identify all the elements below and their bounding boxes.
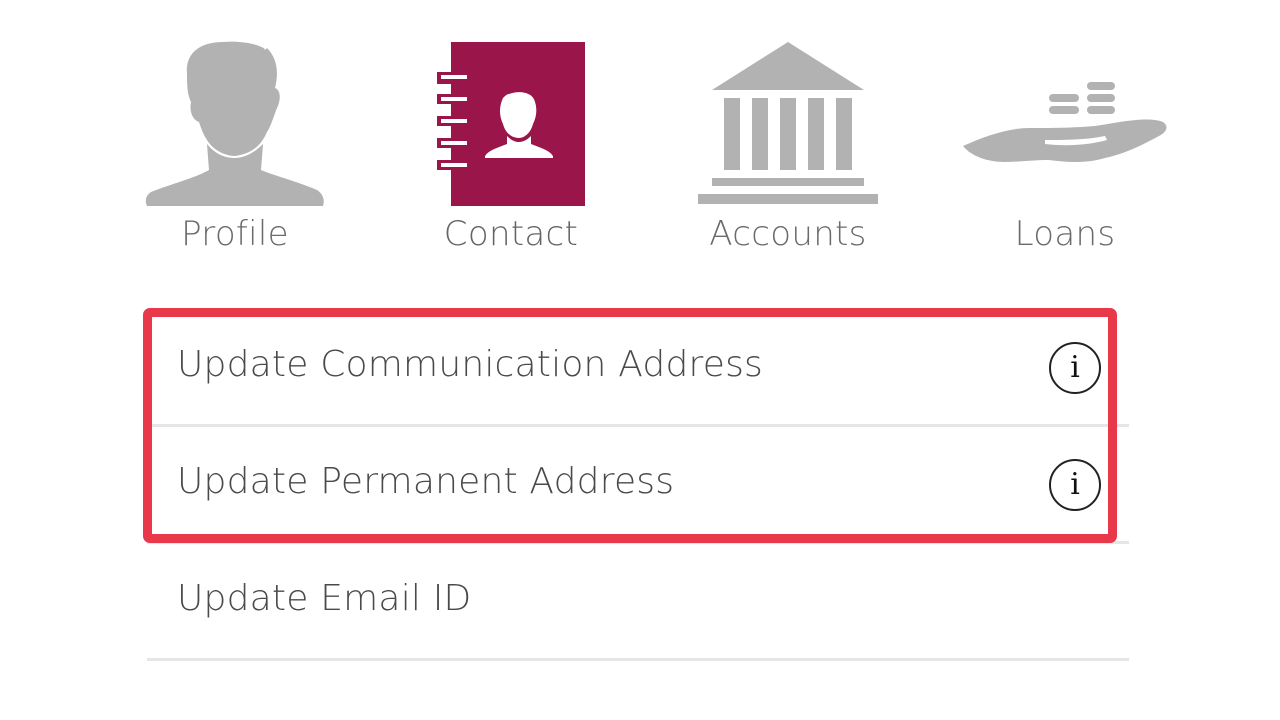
bank-building-icon — [698, 42, 878, 204]
person-silhouette-icon — [145, 41, 324, 206]
option-label: Update Permanent Address — [177, 461, 675, 502]
option-update-email-id[interactable]: Update Email ID — [147, 544, 1129, 661]
tab-loans-label: Loans — [1014, 214, 1116, 254]
tab-profile[interactable]: Profile — [115, 0, 355, 280]
info-icon[interactable]: i — [1049, 342, 1101, 394]
tab-loans[interactable]: Loans — [945, 0, 1185, 280]
contact-options-list: Update Communication Address i Update Pe… — [147, 310, 1129, 661]
option-label: Update Communication Address — [177, 344, 763, 385]
tab-accounts[interactable]: Accounts — [668, 0, 908, 280]
contact-book-icon — [437, 42, 585, 206]
tab-contact[interactable]: Contact — [391, 0, 631, 280]
info-icon[interactable]: i — [1049, 459, 1101, 511]
hand-coins-icon — [963, 82, 1167, 162]
option-update-communication-address[interactable]: Update Communication Address i — [147, 310, 1129, 427]
contact-details-screen: Profile Contact Accounts Loans Update Co… — [0, 0, 1280, 720]
option-update-permanent-address[interactable]: Update Permanent Address i — [147, 427, 1129, 544]
tab-contact-label: Contact — [443, 214, 579, 254]
tab-profile-label: Profile — [181, 214, 289, 254]
option-label: Update Email ID — [177, 578, 472, 619]
tab-accounts-label: Accounts — [709, 214, 867, 254]
